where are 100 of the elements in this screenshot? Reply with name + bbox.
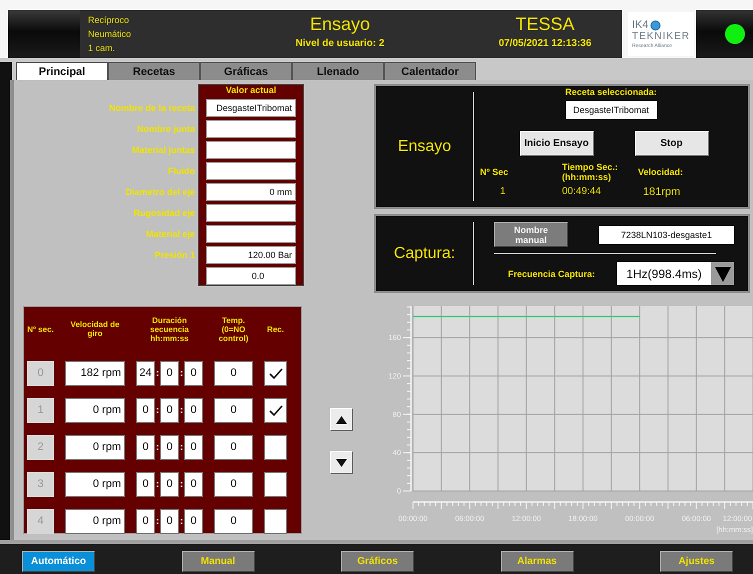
- field-label: Nombre junta: [136, 124, 196, 134]
- hours-field[interactable]: 0: [136, 509, 155, 534]
- input-field[interactable]: 120.00 Bar: [206, 246, 296, 264]
- machine-info: Recíproco: [88, 14, 130, 27]
- check-icon: [268, 368, 282, 380]
- column-header: Nº sec.: [27, 324, 54, 334]
- record-checkbox[interactable]: [264, 398, 287, 423]
- manual-name-button[interactable]: Nombre manual: [494, 222, 568, 247]
- action-button[interactable]: Inicio Ensayo: [520, 131, 594, 156]
- hours-field[interactable]: 0: [136, 398, 155, 423]
- record-checkbox[interactable]: [264, 472, 287, 497]
- tab[interactable]: Gráficas: [200, 62, 292, 80]
- seconds-field[interactable]: 0: [184, 509, 203, 534]
- triangle-up-icon: [336, 416, 346, 424]
- time-separator: :: [179, 516, 184, 527]
- speed-field[interactable]: 0 rpm: [65, 472, 125, 497]
- speed-field[interactable]: 182 rpm: [65, 361, 125, 386]
- seconds-field[interactable]: 0: [184, 472, 203, 497]
- time-separator: :: [179, 368, 184, 379]
- stat-value: 181rpm: [642, 186, 682, 198]
- temperature-field[interactable]: 0: [214, 398, 253, 423]
- check-icon: [268, 404, 282, 416]
- input-field[interactable]: 0.0: [206, 266, 296, 284]
- column-heading: Valor actual: [224, 84, 278, 97]
- scroll-up-button[interactable]: [330, 408, 352, 431]
- temperature-field[interactable]: 0: [214, 435, 253, 460]
- time-separator: :: [179, 479, 184, 490]
- triangle-down-icon: [336, 458, 346, 466]
- sequence-number: 1: [27, 398, 54, 423]
- tab[interactable]: Calentador: [384, 62, 476, 80]
- temperature-field[interactable]: 0: [214, 472, 253, 497]
- file-name-field[interactable]: 7238LN103-desgaste1: [599, 226, 734, 244]
- minutes-field[interactable]: 0: [160, 435, 179, 460]
- minutes-field[interactable]: 0: [160, 509, 179, 534]
- user-level: Nivel de usuario: 2: [296, 38, 384, 49]
- recipe-field: DesgasteITribomat: [566, 101, 656, 119]
- field-label: Nombre de la receta: [108, 102, 196, 112]
- recipe-label: Receta seleccionada:: [565, 87, 657, 97]
- temperature-field[interactable]: 0: [214, 361, 253, 386]
- speed-field[interactable]: 0 rpm: [65, 398, 125, 423]
- record-checkbox[interactable]: [264, 361, 287, 386]
- tab[interactable]: Recetas: [108, 62, 200, 80]
- stat-value: 1: [499, 186, 507, 197]
- hours-field[interactable]: 0: [136, 472, 155, 497]
- column-header: Rec.: [266, 324, 285, 334]
- speed-field[interactable]: 0 rpm: [65, 435, 125, 460]
- time-separator: :: [155, 516, 160, 527]
- sequence-number: 4: [27, 509, 54, 534]
- time-separator: :: [155, 479, 160, 490]
- speed-field[interactable]: 0 rpm: [65, 509, 125, 534]
- machine-info: Neumático: [88, 28, 132, 41]
- record-checkbox[interactable]: [264, 509, 287, 534]
- minutes-field[interactable]: 0: [160, 361, 179, 386]
- seconds-field[interactable]: 0: [184, 361, 203, 386]
- time-separator: :: [179, 405, 184, 416]
- time-separator: :: [155, 442, 160, 453]
- input-field[interactable]: [206, 120, 296, 138]
- sequence-number: 0: [27, 361, 54, 386]
- sequence-number: 2: [27, 435, 54, 460]
- field-label: Rugosidad eje: [132, 208, 196, 218]
- screen-title: Ensayo: [310, 13, 370, 35]
- input-field[interactable]: [206, 140, 296, 158]
- record-checkbox[interactable]: [264, 435, 287, 460]
- hours-field[interactable]: 0: [136, 435, 155, 460]
- sequence-number: 3: [27, 472, 54, 497]
- stat-label: Tiempo Sec.: (hh:mm:ss): [562, 161, 619, 183]
- temperature-field[interactable]: 0: [214, 509, 253, 534]
- stat-label: Velocidad:: [638, 166, 684, 179]
- column-header: Velocidad de giro: [70, 320, 120, 338]
- frequency-dropdown[interactable]: 1Hz(998.4ms): [617, 262, 734, 285]
- stat-value: 00:49:44: [562, 186, 602, 197]
- machine-info: 1 cam.: [88, 42, 116, 55]
- input-field[interactable]: [206, 204, 296, 222]
- field-label: Fluido: [167, 166, 196, 176]
- tab[interactable]: Llenado: [292, 62, 384, 80]
- tab[interactable]: Principal: [16, 62, 108, 80]
- scroll-down-button[interactable]: [330, 451, 352, 474]
- nav-button[interactable]: Automático: [22, 551, 95, 572]
- time-separator: :: [179, 442, 184, 453]
- hours-field[interactable]: 24: [136, 361, 155, 386]
- seconds-field[interactable]: 0: [184, 398, 203, 423]
- stat-label: Nº Sec: [480, 166, 510, 179]
- panel-title: Ensayo: [398, 138, 452, 156]
- app-name: TESSA: [515, 13, 575, 35]
- column-header: Duración secuencia hh:mm:ss: [149, 316, 190, 342]
- minutes-field[interactable]: 0: [160, 398, 179, 423]
- caret-icon: [714, 266, 731, 282]
- seconds-field[interactable]: 0: [184, 435, 203, 460]
- minutes-field[interactable]: 0: [160, 472, 179, 497]
- frequency-label: Frecuencia Captura:: [508, 268, 596, 278]
- field-label: Material juntas: [130, 144, 196, 154]
- field-label: Material eje: [144, 228, 196, 238]
- action-button[interactable]: Stop: [634, 131, 708, 156]
- input-field[interactable]: DesgasteITribomat: [206, 98, 296, 116]
- time-separator: :: [155, 405, 160, 416]
- input-field[interactable]: [206, 162, 296, 180]
- header-panel: [8, 10, 80, 58]
- input-field[interactable]: 0 mm: [206, 182, 296, 200]
- input-field[interactable]: [206, 224, 296, 242]
- field-label: Presión 1: [153, 250, 196, 260]
